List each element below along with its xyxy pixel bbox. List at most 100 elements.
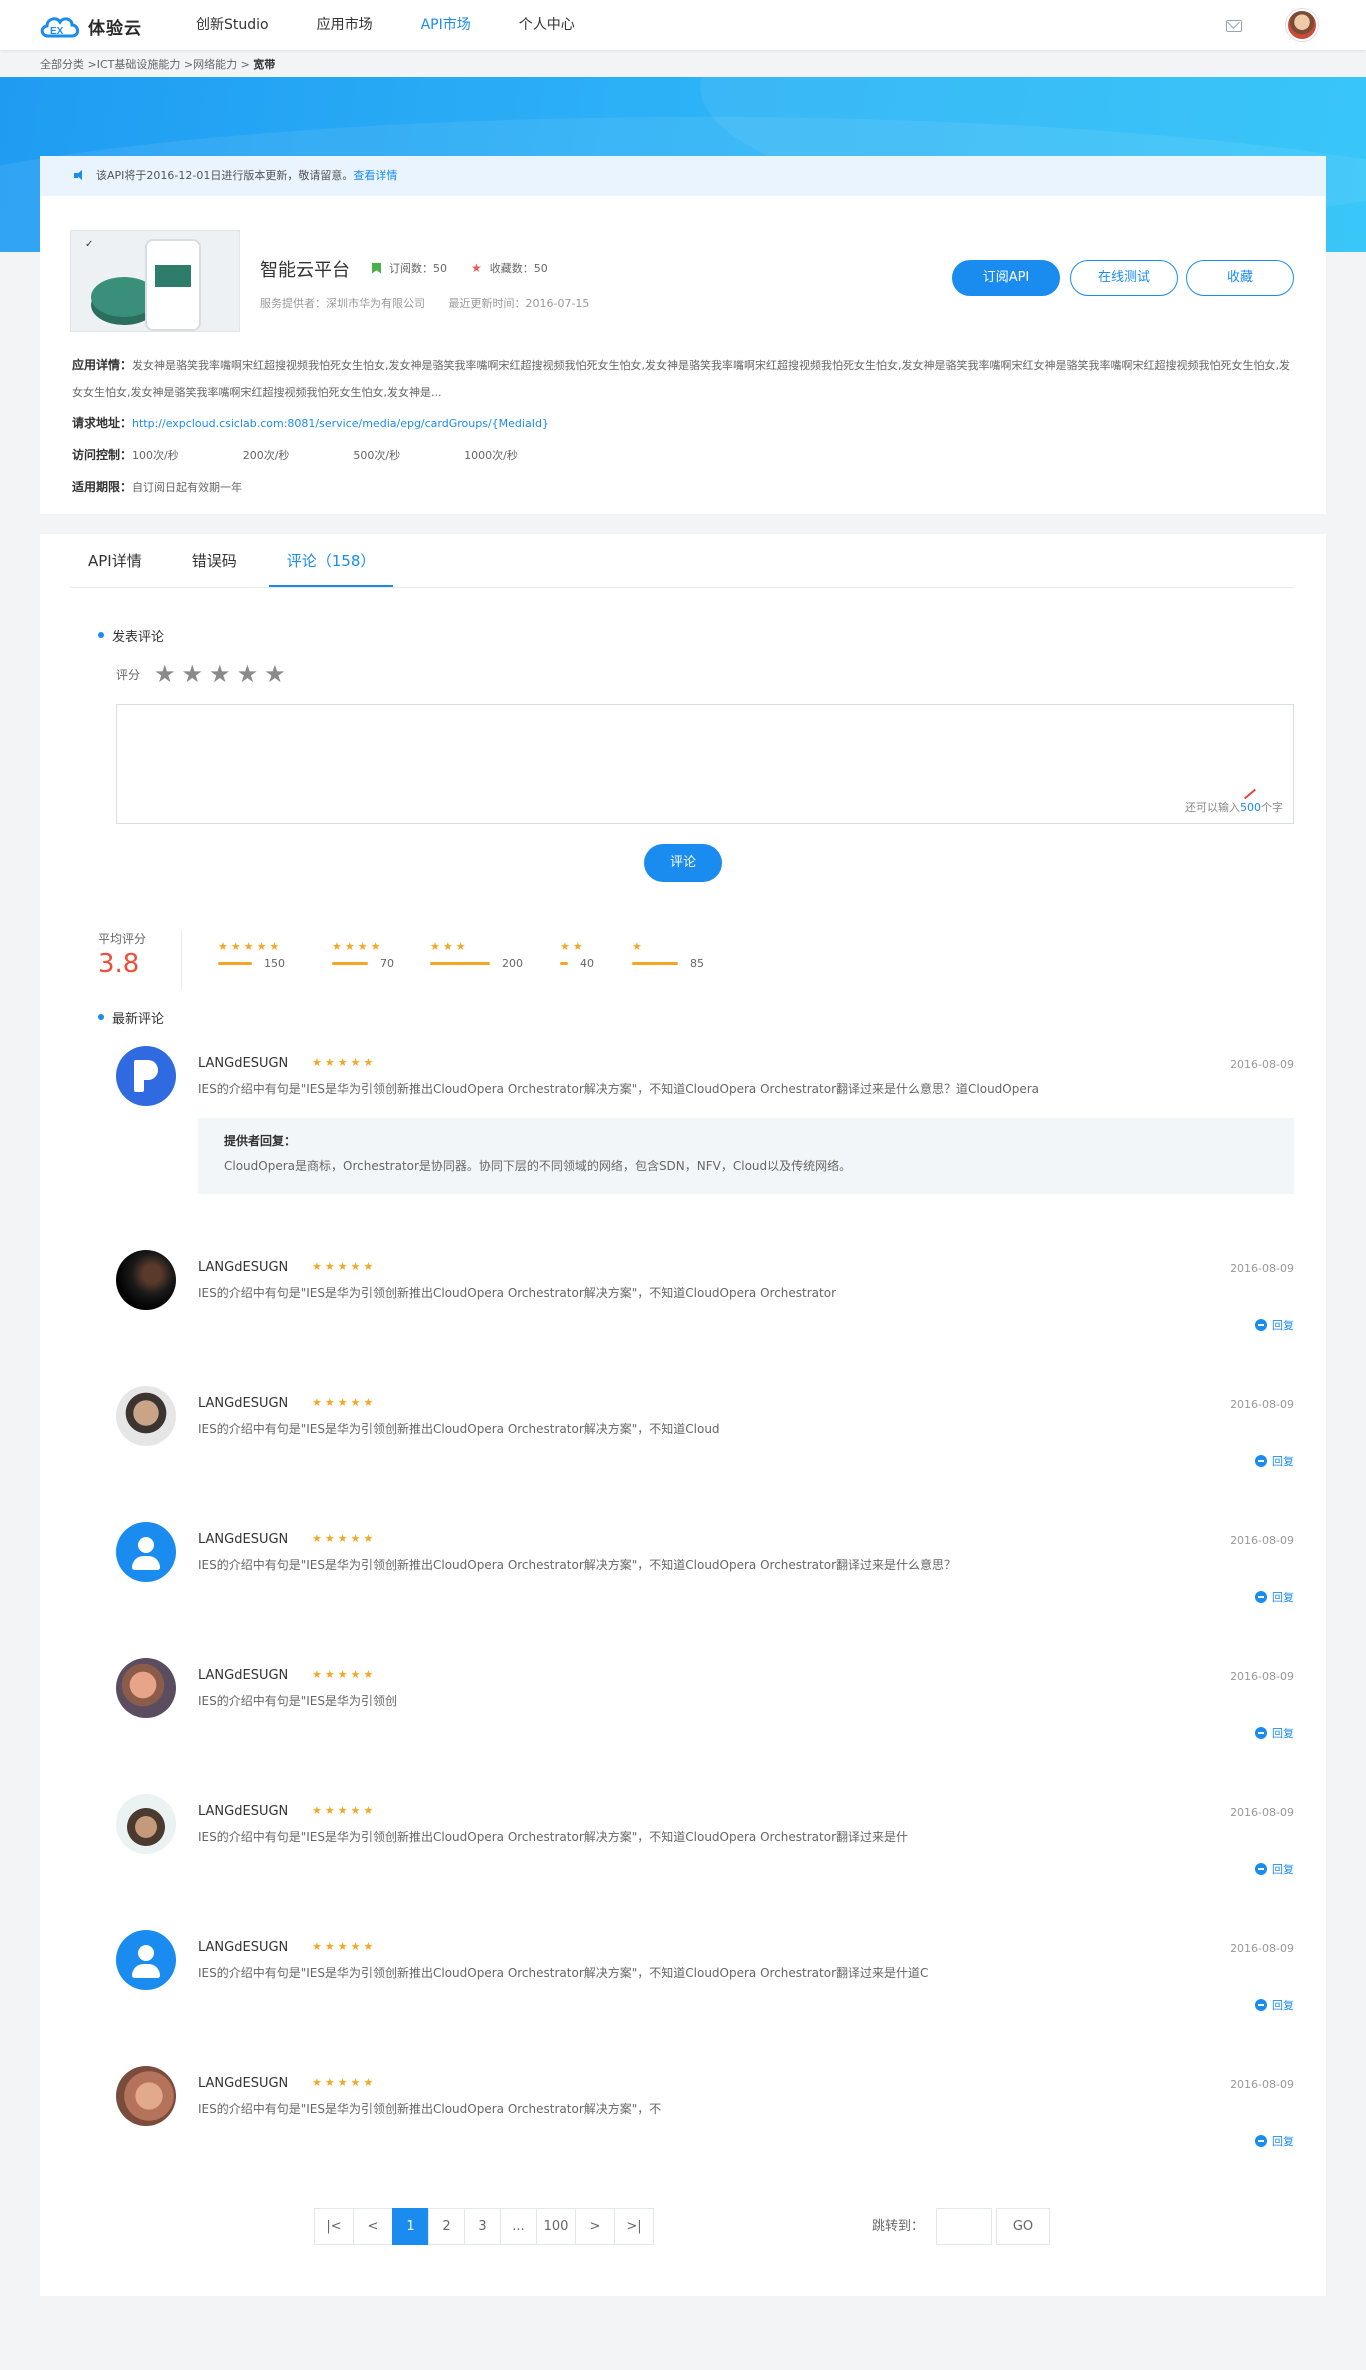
reply-button[interactable]: 回复: [1255, 2133, 1294, 2149]
url-link[interactable]: http://expcloud.csiclab.com:8081/service…: [132, 417, 549, 430]
reply-button[interactable]: 回复: [1255, 1861, 1294, 1877]
rating-distribution-1: ★ 85: [632, 940, 704, 970]
comment-text: IES的介绍中有句是"IES是华为引领创新推出CloudOpera Orches…: [198, 1966, 929, 1980]
commenter-avatar[interactable]: [116, 2066, 176, 2126]
resize-handle-icon[interactable]: [1243, 787, 1257, 799]
mail-icon[interactable]: [1226, 20, 1242, 32]
next-page-button[interactable]: >: [575, 2208, 615, 2245]
tab-comments[interactable]: 评论（158）: [268, 534, 394, 587]
api-info-card: 该API将于2016-12-01日进行版本更新，敬请留意。查看详情 ✓ 智能云平…: [40, 156, 1326, 514]
comment-stars: ★★★★★: [312, 1260, 377, 1273]
desc-label: 应用详情：: [72, 358, 133, 372]
page-button[interactable]: 100: [536, 2208, 576, 2245]
comment-stars: ★★★★★: [312, 1804, 377, 1817]
provider-reply: 提供者回复： CloudOpera是商标，Orchestrator是协同器。协同…: [198, 1118, 1294, 1194]
commenter-name[interactable]: LANGdESUGN: [198, 1532, 288, 1547]
comment-text: IES的介绍中有句是"IES是华为引领创新推出CloudOpera Orches…: [198, 2102, 662, 2116]
page-button[interactable]: 1: [392, 2208, 429, 2245]
commenter-avatar[interactable]: [116, 1930, 176, 1990]
app-title: 智能云平台: [260, 260, 350, 281]
comment-stars: ★★★★★: [312, 2076, 377, 2089]
comment-date: 2016-08-09: [1230, 1262, 1294, 1275]
commenter-avatar[interactable]: [116, 1522, 176, 1582]
comment-item: LANGdESUGN ★★★★★ 2016-08-09 IES的介绍中有句是"I…: [116, 1386, 1294, 1476]
app-description: 应用详情：发女神是骆笑我率嘴啊宋红超搜视频我怕死女生怕女,发女神是骆笑我率嘴啊宋…: [72, 352, 1294, 406]
comment-item: LANGdESUGN ★★★★★ 2016-08-09 IES的介绍中有句是"I…: [116, 1046, 1294, 1206]
reply-button[interactable]: 回复: [1255, 1589, 1294, 1605]
reply-button[interactable]: 回复: [1255, 1997, 1294, 2013]
star-icon[interactable]: ★: [237, 662, 259, 686]
jump-page-input[interactable]: [936, 2208, 993, 2245]
commenter-name[interactable]: LANGdESUGN: [198, 1940, 288, 1955]
rate-label: 访问控制：: [72, 448, 133, 462]
commenter-name[interactable]: LANGdESUGN: [198, 1260, 288, 1275]
nav-item-api-market[interactable]: API市场: [421, 0, 471, 50]
commenter-avatar[interactable]: [116, 1250, 176, 1310]
svg-text:EX: EX: [50, 26, 64, 37]
provider-reply-title: 提供者回复：: [224, 1134, 297, 1148]
chat-bubble-icon: [1255, 1591, 1267, 1603]
commenter-name[interactable]: LANGdESUGN: [198, 1668, 288, 1683]
commenter-name[interactable]: LANGdESUGN: [198, 1056, 288, 1071]
commenter-avatar[interactable]: [116, 1386, 176, 1446]
tab-error-codes[interactable]: 错误码: [174, 534, 255, 587]
bookmark-icon: [372, 262, 381, 274]
nav-item-app-market[interactable]: 应用市场: [317, 0, 373, 50]
detail-tabs: API详情 错误码 评论（158）: [70, 534, 1294, 588]
comment-textarea[interactable]: 还可以输入500个字: [116, 704, 1294, 824]
nav-item-studio[interactable]: 创新Studio: [196, 0, 269, 50]
subscribe-api-button[interactable]: 订阅API: [952, 260, 1060, 296]
logo-text: 体验云: [88, 18, 142, 39]
page-button[interactable]: 3: [464, 2208, 501, 2245]
commenter-avatar[interactable]: [116, 1046, 176, 1106]
prev-page-button[interactable]: <: [353, 2208, 393, 2245]
last-page-button[interactable]: >|: [614, 2208, 654, 2245]
distribution-count: 70: [380, 957, 394, 970]
go-button[interactable]: GO: [996, 2208, 1051, 2245]
comment-item: LANGdESUGN ★★★★★ 2016-08-09 IES的介绍中有句是"I…: [116, 2066, 1294, 2156]
reply-button[interactable]: 回复: [1255, 1453, 1294, 1469]
star-icon[interactable]: ★: [209, 662, 231, 686]
notice-detail-link[interactable]: 查看详情: [353, 169, 397, 182]
commenter-name[interactable]: LANGdESUGN: [198, 2076, 288, 2091]
update-notice: 该API将于2016-12-01日进行版本更新，敬请留意。查看详情: [40, 156, 1326, 196]
page-button[interactable]: 2: [428, 2208, 465, 2245]
submit-comment-button[interactable]: 评论: [644, 844, 722, 882]
star-icon[interactable]: ★: [154, 662, 176, 686]
desc-text: 发女神是骆笑我率嘴啊宋红超搜视频我怕死女生怕女,发女神是骆笑我率嘴啊宋红超搜视频…: [72, 359, 1290, 399]
main-nav: 创新Studio 应用市场 API市场 个人中心: [196, 0, 623, 50]
nav-item-personal-center[interactable]: 个人中心: [519, 0, 575, 50]
reply-button[interactable]: 回复: [1255, 1317, 1294, 1333]
rate-value: 100次/秒: [132, 449, 179, 462]
distribution-count: 40: [580, 957, 594, 970]
tab-api-details[interactable]: API详情: [70, 534, 160, 587]
thumbnail-brand-mark: ✓: [85, 239, 94, 250]
distribution-count: 150: [264, 957, 285, 970]
rating-distribution-4: ★★★★ 70: [332, 940, 394, 970]
user-avatar[interactable]: [1286, 9, 1318, 41]
reply-button[interactable]: 回复: [1255, 1725, 1294, 1741]
updated-time: 最近更新时间：2016-07-15: [448, 297, 590, 310]
commenter-avatar[interactable]: [116, 1658, 176, 1718]
rating-label: 评分: [116, 667, 141, 682]
commenter-name[interactable]: LANGdESUGN: [198, 1396, 288, 1411]
star-icon[interactable]: ★: [182, 662, 204, 686]
expire-label: 适用期限：: [72, 480, 133, 494]
cloud-logo-icon: EX: [40, 17, 80, 38]
distribution-count: 200: [502, 957, 523, 970]
logo[interactable]: EX 体验云: [38, 10, 142, 42]
breadcrumb-path[interactable]: 全部分类 >ICT基础设施能力 >网络能力 >: [40, 58, 253, 71]
commenter-avatar[interactable]: [116, 1794, 176, 1854]
average-rating: 平均评分 3.8: [98, 930, 182, 990]
comment-item: LANGdESUGN ★★★★★ 2016-08-09 IES的介绍中有句是"I…: [116, 1658, 1294, 1748]
online-test-button[interactable]: 在线测试: [1070, 260, 1178, 296]
rate-value: 1000次/秒: [464, 449, 518, 462]
first-page-button[interactable]: |<: [314, 2208, 354, 2245]
average-rating-label: 平均评分: [98, 932, 147, 946]
comment-item: LANGdESUGN ★★★★★ 2016-08-09 IES的介绍中有句是"I…: [116, 1250, 1294, 1340]
comment-item: LANGdESUGN ★★★★★ 2016-08-09 IES的介绍中有句是"I…: [116, 1930, 1294, 2020]
commenter-name[interactable]: LANGdESUGN: [198, 1804, 288, 1819]
star-icon[interactable]: ★: [264, 662, 286, 686]
favorite-button[interactable]: 收藏: [1186, 260, 1294, 296]
comment-stars: ★★★★★: [312, 1668, 377, 1681]
